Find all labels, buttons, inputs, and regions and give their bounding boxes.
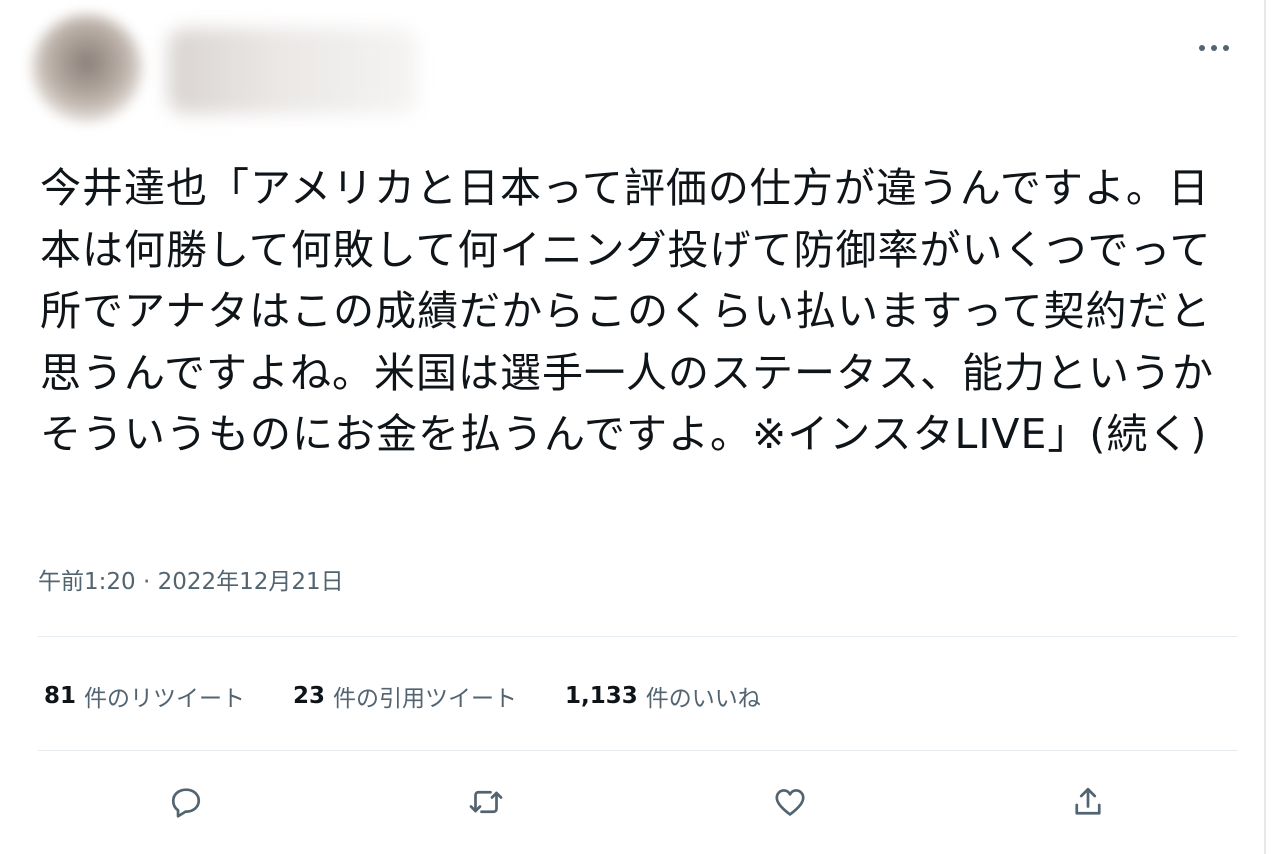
retweet-count-label: 件のリツイート	[84, 686, 246, 712]
quote-count-link[interactable]: 23 件の引用ツイート	[293, 679, 517, 713]
retweet-count-link[interactable]: 81 件のリツイート	[44, 679, 245, 713]
tweet-stats: 81 件のリツイート 23 件の引用ツイート 1,133 件のいいね	[44, 676, 809, 716]
divider-top	[38, 636, 1238, 637]
heart-icon	[775, 789, 805, 816]
quote-count-label: 件の引用ツイート	[333, 686, 518, 712]
retweet-button[interactable]	[458, 774, 514, 830]
share-button[interactable]	[1060, 774, 1116, 830]
like-count-label: 件のいいね	[645, 686, 761, 712]
reply-button[interactable]	[158, 774, 214, 830]
more-options-button[interactable]	[1194, 30, 1234, 66]
reply-icon	[171, 788, 201, 818]
divider-bottom	[38, 750, 1238, 751]
retweet-icon	[469, 790, 503, 814]
tweet-text: 今井達也「アメリカと日本って評価の仕方が違うんですよ。日本は何勝して何敗して何イ…	[40, 164, 1214, 458]
like-count: 1,133	[565, 683, 638, 709]
tweet-header	[18, 10, 418, 128]
like-button[interactable]	[762, 774, 818, 830]
share-icon	[1075, 787, 1101, 815]
avatar[interactable]	[32, 14, 142, 122]
tweet-card: 今井達也「アメリカと日本って評価の仕方が違うんですよ。日本は何勝して何敗して何イ…	[0, 0, 1280, 854]
tweet-timestamp[interactable]: 午前1:20 · 2022年12月21日	[38, 562, 344, 596]
retweet-count: 81	[44, 683, 77, 709]
like-count-link[interactable]: 1,133 件のいいね	[565, 679, 761, 713]
more-icon	[1199, 45, 1229, 51]
quote-count: 23	[293, 683, 326, 709]
card-border	[1264, 0, 1266, 854]
author-info-blurred[interactable]	[168, 28, 418, 114]
tweet-actions	[38, 770, 1238, 834]
